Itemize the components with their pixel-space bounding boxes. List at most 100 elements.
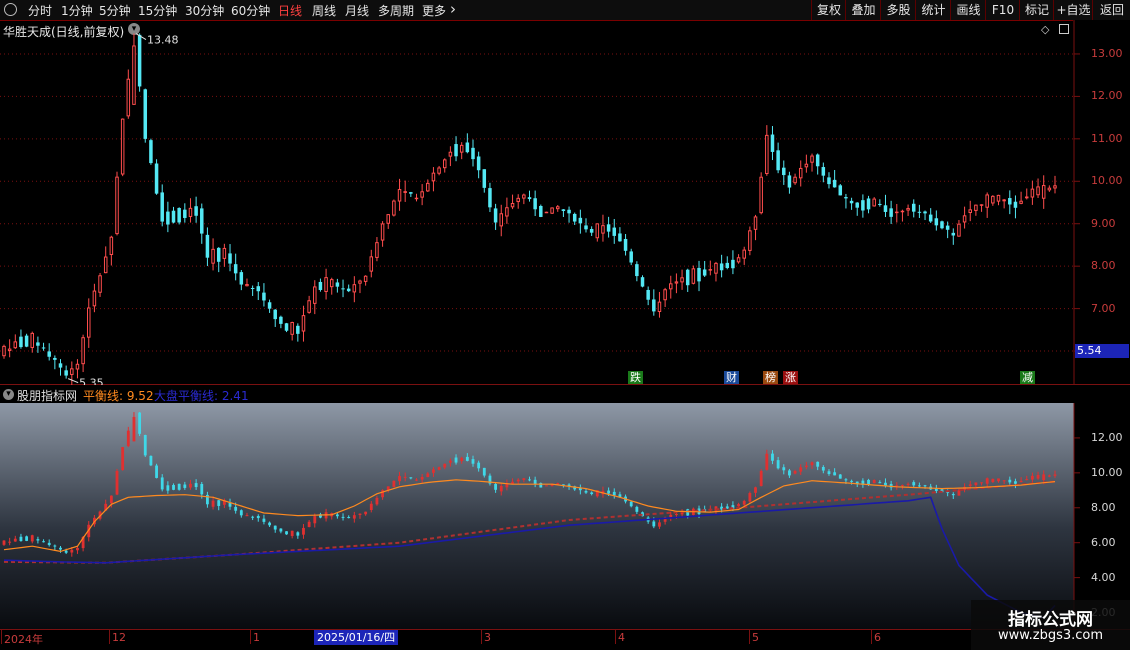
sub-candle-body — [47, 542, 51, 546]
sub-candle-body — [194, 483, 198, 488]
candle-body-down — [527, 197, 532, 200]
toolbar-button-6[interactable]: 标记 — [1019, 0, 1054, 20]
sub-candle-body — [217, 500, 221, 506]
period-tab-9[interactable]: 多周期 — [378, 2, 414, 19]
candle-body-up — [103, 256, 108, 274]
sub-dropdown-icon[interactable]: ▾ — [3, 389, 14, 400]
price-axis-area — [1073, 20, 1130, 385]
toolbar-button-2[interactable]: 多股 — [880, 0, 916, 20]
candle-body-down — [635, 264, 639, 277]
sub-candle-body — [121, 447, 125, 471]
period-tab-1[interactable]: 1分钟 — [61, 2, 93, 19]
period-tab-5[interactable]: 60分钟 — [231, 2, 270, 19]
candle-body-up — [392, 200, 396, 216]
sub-candle-body — [499, 486, 503, 492]
candle-body-down — [160, 192, 164, 222]
toolbar-button-3[interactable]: 统计 — [915, 0, 951, 20]
sub-candle-body — [335, 514, 339, 517]
more-chevron-icon[interactable]: › — [450, 0, 456, 18]
period-tab-6[interactable]: 日线 — [278, 2, 302, 19]
candle-body-up — [98, 275, 102, 293]
candle-body-up — [900, 210, 905, 213]
toolbar-button-0[interactable]: 复权 — [811, 0, 846, 20]
event-marker-0: 跌 — [628, 371, 643, 384]
candle-body-down — [702, 269, 707, 276]
sub-candle-body — [358, 513, 362, 515]
sub-candle-body — [528, 479, 531, 481]
sub-candle-body — [352, 515, 356, 519]
sub-candle-body — [901, 484, 904, 486]
candle-body-down — [493, 208, 498, 223]
sub-candle-body — [19, 536, 23, 542]
sub-candle-body — [850, 480, 853, 482]
sub-candle-body — [375, 497, 379, 505]
sub-candle-body — [364, 511, 368, 515]
candle-body-down — [861, 200, 865, 211]
toolbar-button-4[interactable]: 画线 — [950, 0, 986, 20]
sub-candle-body — [256, 516, 260, 519]
candle-body-up — [556, 206, 560, 210]
candle-body-up — [109, 236, 114, 256]
sub-candle-body — [968, 484, 972, 486]
candle-body-down — [183, 209, 187, 218]
price-candlestick-chart[interactable]: 13.48 5.35 — [0, 20, 1130, 385]
sub-candle-body — [415, 479, 418, 481]
sub-candle-body — [748, 493, 752, 502]
sub-candle-body — [454, 457, 458, 463]
sub-candle-body — [912, 482, 916, 486]
sub-candle-body — [742, 500, 746, 505]
sub-candle-body — [754, 487, 757, 493]
candle-body-down — [787, 175, 792, 188]
balance-indicator-chart[interactable] — [0, 403, 1130, 630]
sub-candle-body — [448, 460, 452, 463]
period-tab-2[interactable]: 5分钟 — [99, 2, 131, 19]
sub-candle-body — [810, 462, 814, 466]
sub-candle-body — [369, 503, 373, 511]
candle-body-up — [895, 211, 899, 214]
candle-body-down — [815, 154, 820, 167]
toolbar-button-8[interactable]: 返回 — [1092, 0, 1130, 20]
candle-body-up — [448, 151, 453, 157]
candle-body-down — [476, 156, 481, 171]
sub-candle-body — [166, 485, 170, 491]
candle-body-down — [855, 202, 859, 208]
site-watermark: 指标公式网 www.zbgs3.com — [971, 600, 1130, 650]
period-tab-4[interactable]: 30分钟 — [185, 2, 224, 19]
period-tab-0[interactable]: 分时 — [28, 2, 52, 19]
candle-body-up — [386, 214, 390, 224]
sub-candle-body — [556, 483, 560, 485]
event-marker-3: 涨 — [783, 371, 798, 384]
sub-candle-body — [833, 472, 837, 476]
candle-body-down — [346, 288, 351, 292]
candle-body-down — [24, 335, 29, 347]
candle-body-up — [601, 225, 605, 234]
candle-body-down — [205, 234, 210, 258]
sub-candle-body — [211, 500, 215, 507]
sub-candle-body — [675, 514, 678, 516]
candle-body-down — [454, 144, 458, 157]
candle-body-down — [233, 264, 238, 274]
candle-body-down — [296, 325, 300, 334]
period-tab-8[interactable]: 月线 — [345, 2, 369, 19]
toolbar-button-1[interactable]: 叠加 — [845, 0, 881, 20]
period-tab-3[interactable]: 15分钟 — [138, 2, 177, 19]
period-tab-7[interactable]: 周线 — [312, 2, 336, 19]
x-axis-label-7: 6 — [874, 631, 881, 644]
x-axis-tick — [1, 630, 2, 644]
candle-body-down — [878, 203, 882, 205]
candle-body-up — [736, 257, 741, 263]
toolbar-button-5[interactable]: F10 — [985, 0, 1020, 20]
sub-background — [0, 403, 1074, 630]
candle-body-up — [431, 172, 436, 182]
candle-body-down — [284, 323, 289, 331]
event-marker-4: 减 — [1020, 371, 1035, 384]
candle-body-up — [957, 223, 961, 237]
menu-circle-icon[interactable] — [4, 3, 17, 16]
balance-line-label: 平衡线: 9.52 — [83, 389, 154, 403]
period-tab-10[interactable]: 更多 — [422, 2, 446, 19]
toolbar-button-7[interactable]: +自选 — [1053, 0, 1093, 20]
event-marker-2: 榜 — [763, 371, 778, 384]
candle-body-down — [567, 209, 571, 214]
sub-candle-body — [607, 490, 611, 494]
sub-candle-body — [262, 518, 266, 522]
